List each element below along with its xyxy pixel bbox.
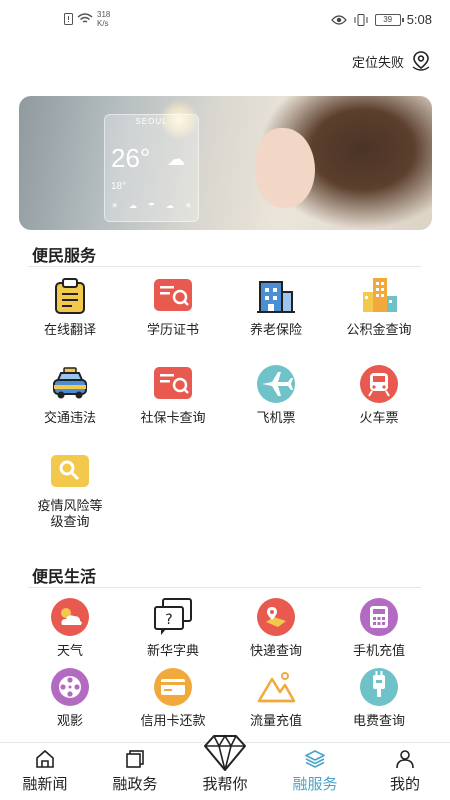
life-item-dictionary[interactable]: ? 新华字典 (123, 597, 223, 659)
clock: 5:08 (406, 12, 432, 27)
banner-person-face (255, 128, 315, 208)
nav-tab-label: 我帮你 (202, 776, 248, 793)
section-title-services: 便民服务 (32, 248, 97, 265)
nav-tab-label: 融服务 (292, 776, 338, 793)
net-speed: 318 K/s (97, 10, 110, 28)
nav-tab-help[interactable]: 我帮你 (180, 733, 270, 794)
train-icon (360, 365, 398, 403)
life-item-label: 天气 (56, 643, 83, 658)
search-icon (51, 455, 89, 487)
service-item-traffic[interactable]: 交通违法 (20, 364, 120, 426)
credit-card-icon (154, 668, 192, 706)
nav-tab-government[interactable]: 融政务 (95, 743, 175, 794)
window-icon (126, 750, 144, 768)
wifi-icon (77, 13, 93, 23)
service-item-social-card[interactable]: 社保卡查询 (123, 364, 223, 426)
card-search-icon (154, 367, 192, 399)
life-item-data-recharge[interactable]: 流量充值 (226, 667, 326, 729)
service-item-flight[interactable]: 飞机票 (226, 364, 326, 426)
status-left: 318 K/s (64, 10, 110, 28)
life-item-label: 快递查询 (249, 643, 302, 658)
service-item-label: 养老保险 (249, 322, 302, 337)
life-item-electricity[interactable]: 电费查询 (329, 667, 429, 729)
airplane-icon (257, 365, 295, 403)
banner-weather-card: SEOUL 26° ☁ 18° ☀ ☁ ☂ ☁ ☀ (104, 114, 199, 222)
banner-weather-city: SEOUL (135, 117, 168, 126)
nav-tab-label: 我的 (389, 776, 420, 793)
life-item-express[interactable]: 快递查询 (226, 597, 326, 659)
divider (28, 587, 421, 588)
life-item-movie[interactable]: 观影 (20, 667, 120, 729)
vibrate-icon (354, 13, 368, 26)
certificate-search-icon (154, 279, 192, 311)
service-item-label: 社保卡查询 (140, 410, 206, 425)
life-item-label: 电费查询 (352, 713, 405, 728)
service-item-label: 公积金查询 (346, 322, 412, 337)
net-speed-unit: K/s (97, 19, 109, 28)
life-item-label: 手机充值 (352, 643, 405, 658)
life-item-label: 流量充值 (249, 713, 302, 728)
cloud-icon: ☁ (167, 149, 185, 169)
service-item-translate[interactable]: 在线翻译 (20, 276, 120, 338)
service-item-label: 飞机票 (256, 410, 296, 425)
life-item-label: 信用卡还款 (140, 713, 206, 728)
promo-banner[interactable]: SEOUL 26° ☁ 18° ☀ ☁ ☂ ☁ ☀ (19, 96, 432, 230)
life-item-label: 观影 (56, 713, 83, 728)
svg-text:?: ? (165, 612, 172, 628)
weather-icon (51, 598, 89, 636)
service-item-housing-fund[interactable]: 公积金查询 (329, 276, 429, 338)
life-item-weather[interactable]: 天气 (20, 597, 120, 659)
section-title-life: 便民生活 (32, 569, 97, 586)
location-pin-icon (412, 51, 430, 71)
nav-tab-services[interactable]: 融服务 (275, 743, 355, 794)
divider (28, 266, 421, 267)
mountain-data-icon (257, 672, 296, 703)
nav-tab-news[interactable]: 融新闻 (5, 743, 85, 794)
service-item-covid-risk[interactable]: 疫情风险等级查询 (20, 452, 120, 530)
banner-weather-low: 18° (111, 181, 127, 192)
taxi-icon (53, 367, 87, 399)
net-speed-value: 318 (97, 10, 111, 19)
life-item-phone-recharge[interactable]: 手机充值 (329, 597, 429, 659)
bottom-nav: 融新闻 融政务 我帮你 融服务 我的 (0, 734, 450, 800)
nav-tab-label: 融政务 (112, 776, 158, 793)
banner-weather-forecast-icons: ☀ ☁ ☂ ☁ ☀ (111, 201, 192, 210)
electric-plug-icon (360, 668, 398, 706)
service-item-label: 学历证书 (146, 322, 199, 337)
nav-tab-label: 融新闻 (22, 776, 68, 793)
banner-weather-temp: 26° (111, 143, 151, 173)
service-item-label: 火车票 (359, 410, 399, 425)
diamond-icon (204, 734, 246, 771)
home-icon (36, 749, 54, 768)
service-item-label: 疫情风险等级查询 (37, 498, 103, 529)
battery-indicator: 39 (374, 13, 404, 26)
city-buildings-icon (363, 278, 397, 312)
user-icon (396, 750, 414, 769)
nav-tab-profile[interactable]: 我的 (365, 743, 445, 794)
life-item-label: 新华字典 (146, 643, 199, 658)
service-item-pension[interactable]: 养老保险 (226, 276, 326, 338)
location-label: 定位失败 (351, 54, 404, 70)
service-item-label: 交通违法 (43, 410, 96, 425)
clipboard-icon (55, 278, 85, 314)
delivery-map-icon (257, 598, 295, 636)
location-button[interactable]: 定位失败 (352, 50, 432, 72)
eye-icon (330, 14, 347, 25)
life-item-credit-card[interactable]: 信用卡还款 (123, 667, 223, 729)
layers-icon (305, 750, 325, 768)
phone-recharge-icon (360, 598, 398, 636)
service-item-label: 在线翻译 (43, 322, 96, 337)
film-reel-icon (51, 668, 89, 706)
status-bar: 318 K/s 39 5:08 (0, 0, 450, 40)
service-item-education[interactable]: 学历证书 (123, 276, 223, 338)
dictionary-icon: ? (154, 598, 192, 635)
service-item-train[interactable]: 火车票 (329, 364, 429, 426)
building-icon (257, 281, 295, 313)
status-right: 39 5:08 (330, 12, 432, 27)
sim-alert-icon (64, 13, 73, 25)
